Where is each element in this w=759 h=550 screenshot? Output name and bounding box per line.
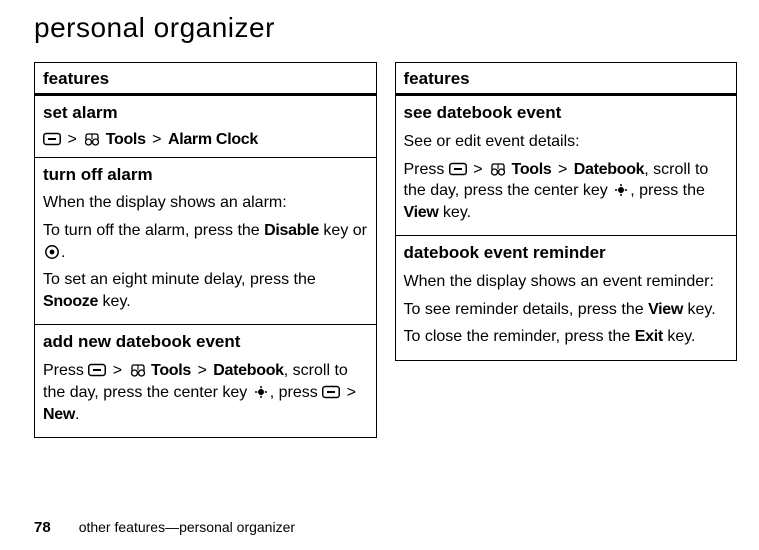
tools-label: Tools	[151, 362, 191, 379]
nav-key-icon	[43, 244, 61, 260]
table-header: features	[395, 63, 737, 95]
text: Press	[404, 161, 449, 178]
text: key.	[683, 301, 716, 318]
section-title: add new datebook event	[43, 331, 368, 354]
separator: >	[195, 362, 208, 379]
alarm-clock-label: Alarm Clock	[168, 131, 258, 148]
text: key.	[663, 328, 696, 345]
row-see-datebook-event: see datebook event See or edit event det…	[395, 95, 737, 236]
menu-key-icon	[88, 362, 106, 378]
center-key-icon	[252, 384, 270, 400]
menu-key-icon	[449, 161, 467, 177]
paragraph: To turn off the alarm, press the Disable…	[43, 220, 368, 263]
features-table-right: features see datebook event See or edit …	[395, 62, 738, 361]
text: , press	[270, 384, 322, 401]
text: .	[75, 406, 79, 423]
text: To turn off the alarm, press the	[43, 222, 264, 239]
tools-label: Tools	[106, 131, 146, 148]
paragraph: When the display shows an event reminder…	[404, 271, 729, 293]
text: key or	[319, 222, 367, 239]
separator: >	[345, 384, 358, 401]
text: key.	[98, 293, 131, 310]
text: To set an eight minute delay, press the	[43, 271, 316, 288]
datebook-label: Datebook	[574, 161, 645, 178]
footer-text: other features—personal organizer	[79, 519, 295, 535]
separator: >	[150, 131, 163, 148]
left-column: features set alarm > Tools > Alarm Clock…	[34, 62, 377, 438]
paragraph: Press > Tools > Datebook, scroll to the …	[43, 360, 368, 425]
datebook-label: Datebook	[213, 362, 284, 379]
menu-key-icon	[322, 384, 340, 400]
snooze-key-label: Snooze	[43, 293, 98, 310]
page-title: personal organizer	[34, 12, 737, 44]
table-header: features	[35, 63, 377, 95]
new-label: New	[43, 406, 75, 423]
page-footer: 78 other features—personal organizer	[34, 519, 295, 536]
separator: >	[65, 131, 78, 148]
paragraph: See or edit event details:	[404, 131, 729, 153]
page-number: 78	[34, 519, 51, 536]
menu-key-icon	[43, 131, 61, 147]
paragraph: To set an eight minute delay, press the …	[43, 269, 368, 312]
section-title: set alarm	[43, 102, 368, 125]
text: , press the	[630, 182, 705, 199]
text: Press	[43, 362, 88, 379]
text: To see reminder details, press the	[404, 301, 649, 318]
text: To close the reminder, press the	[404, 328, 635, 345]
row-datebook-event-reminder: datebook event reminder When the display…	[395, 236, 737, 361]
separator: >	[111, 362, 124, 379]
paragraph: Press > Tools > Datebook, scroll to the …	[404, 159, 729, 224]
exit-key-label: Exit	[635, 328, 663, 345]
features-table-left: features set alarm > Tools > Alarm Clock…	[34, 62, 377, 438]
view-key-label: View	[404, 204, 439, 221]
section-title: see datebook event	[404, 102, 729, 125]
row-turn-off-alarm: turn off alarm When the display shows an…	[35, 157, 377, 325]
text: .	[61, 244, 65, 261]
row-set-alarm: set alarm > Tools > Alarm Clock	[35, 95, 377, 158]
paragraph: To see reminder details, press the View …	[404, 299, 729, 321]
section-title: turn off alarm	[43, 164, 368, 187]
paragraph: When the display shows an alarm:	[43, 192, 368, 214]
tools-label: Tools	[512, 161, 552, 178]
right-column: features see datebook event See or edit …	[395, 62, 738, 361]
row-add-datebook-event: add new datebook event Press > Tools > D…	[35, 325, 377, 438]
paragraph: To close the reminder, press the Exit ke…	[404, 326, 729, 348]
separator: >	[471, 161, 484, 178]
disable-key-label: Disable	[264, 222, 319, 239]
text: key.	[438, 204, 471, 221]
section-title: datebook event reminder	[404, 242, 729, 265]
tools-icon	[489, 161, 507, 177]
tools-icon	[129, 362, 147, 378]
separator: >	[556, 161, 569, 178]
center-key-icon	[612, 182, 630, 198]
tools-icon	[83, 131, 101, 147]
view-key-label: View	[648, 301, 683, 318]
